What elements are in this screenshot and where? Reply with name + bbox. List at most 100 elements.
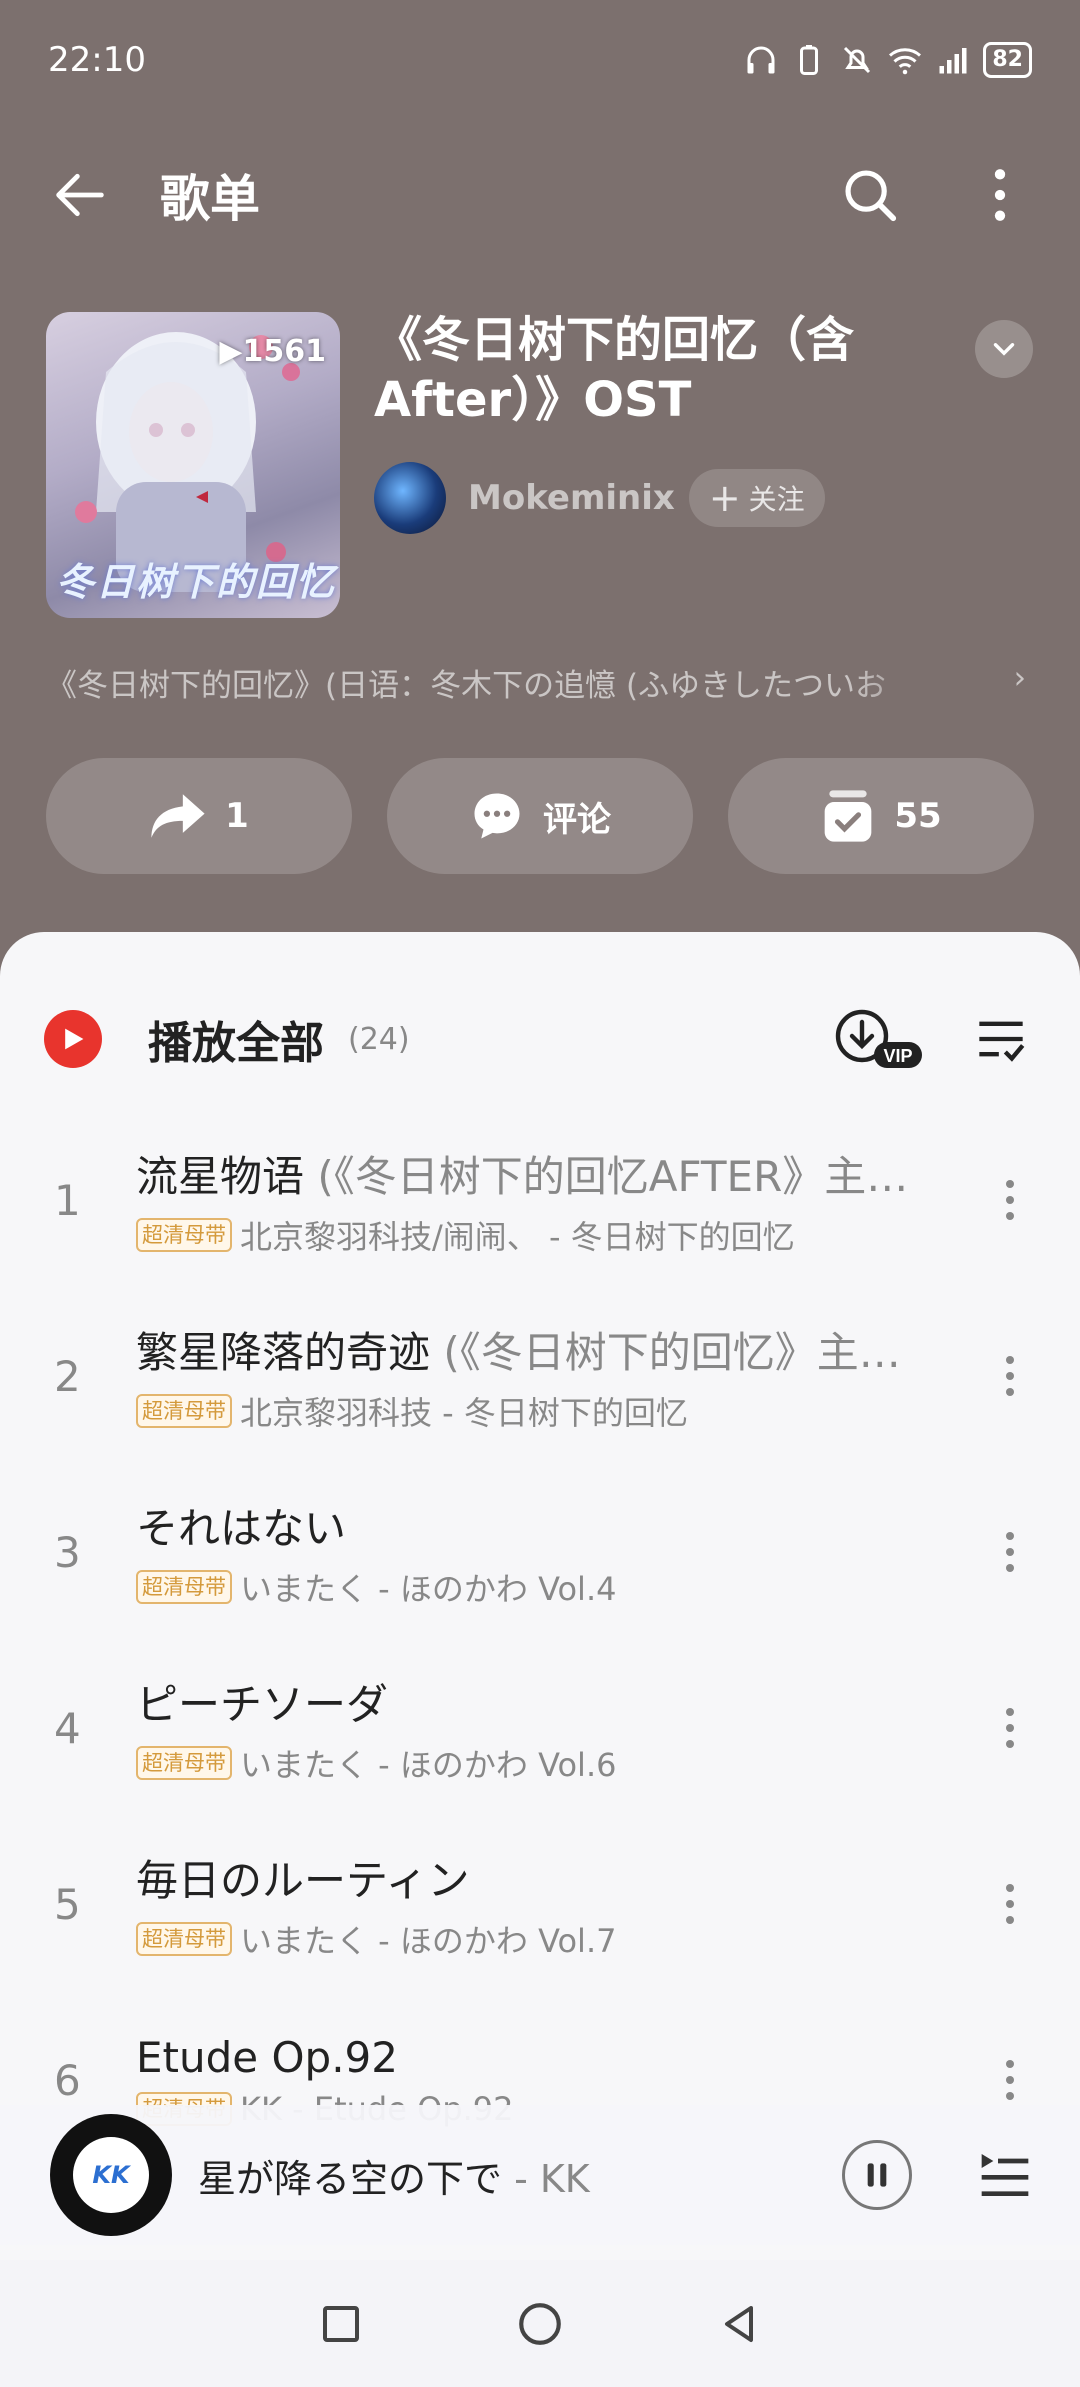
disc-label: KK — [73, 2137, 149, 2213]
song-more-button[interactable] — [980, 1688, 1040, 1768]
pause-icon — [867, 2163, 887, 2187]
chevron-down-icon — [993, 343, 1015, 356]
song-title: 毎日のルーティン — [136, 1855, 470, 1905]
comment-button[interactable]: 评论 — [387, 758, 693, 874]
page-title: 歌单 — [160, 170, 260, 228]
now-playing-text[interactable]: 星が降る空の下で - KK — [198, 2148, 842, 2203]
list-item[interactable]: 1 流星物语 (《冬日树下的回忆AFTER》主… 超清母带 北京黎羽科技/闹闹、 … — [0, 1112, 1080, 1288]
download-all-button[interactable]: VIP — [830, 1004, 926, 1074]
song-title: 繁星降落的奇迹 — [136, 1327, 431, 1377]
back-triangle-icon[interactable] — [715, 2300, 763, 2348]
play-icon — [65, 1028, 84, 1050]
track-index: 5 — [54, 1879, 81, 1929]
svg-text:VIP: VIP — [883, 1046, 912, 1066]
more-vertical-icon — [1006, 2060, 1014, 2100]
quality-badge: 超清母带 — [136, 1921, 232, 1956]
song-title: それはない — [136, 1503, 347, 1553]
queue-button[interactable] — [970, 2140, 1040, 2210]
list-item[interactable]: 5 毎日のルーティン 超清母带 いまたく - ほのかわ Vol.7 — [0, 1816, 1080, 1992]
track-index: 2 — [54, 1351, 81, 1401]
collect-count: 55 — [894, 796, 942, 836]
quality-badge: 超清母带 — [136, 1745, 232, 1780]
chevron-right-icon: › — [1013, 660, 1026, 696]
song-subtitle: (《冬日树下的回忆AFTER》主… — [304, 1151, 909, 1201]
track-index: 3 — [54, 1527, 81, 1577]
track-index: 6 — [54, 2055, 81, 2105]
back-button[interactable] — [40, 155, 120, 235]
now-playing-title: 星が降る空の下で — [198, 2156, 503, 2201]
creator-row: Mokeminix + 关注 — [374, 462, 825, 534]
creator-avatar[interactable] — [374, 462, 446, 534]
song-artist-album: 北京黎羽科技 - 冬日树下的回忆 — [240, 1393, 688, 1432]
sort-button[interactable] — [966, 1004, 1036, 1074]
comment-label: 评论 — [543, 799, 611, 840]
now-playing-disc[interactable]: KK — [50, 2114, 172, 2236]
song-artist-album: いまたく - ほのかわ Vol.6 — [240, 1745, 617, 1784]
status-bar: 22:10 82 — [0, 0, 1080, 120]
status-time: 22:10 — [48, 40, 146, 80]
expand-header-button[interactable] — [975, 320, 1033, 378]
battery-indicator: 82 — [983, 42, 1032, 78]
list-item[interactable]: 4 ピーチソーダ 超清母带 いまたく - ほのかわ Vol.6 — [0, 1640, 1080, 1816]
search-button[interactable] — [830, 155, 910, 235]
play-all-button[interactable] — [44, 1010, 102, 1068]
quality-badge: 超清母带 — [136, 1569, 232, 1604]
share-count: 1 — [225, 796, 249, 836]
recents-square-icon[interactable] — [317, 2300, 365, 2348]
battery-saver-icon — [800, 45, 819, 75]
pause-button[interactable] — [842, 2140, 912, 2210]
song-artist-album: いまたく - ほのかわ Vol.4 — [240, 1569, 617, 1608]
list-item[interactable]: 2 繁星降落的奇迹 (《冬日树下的回忆》主… 超清母带 北京黎羽科技 - 冬日树下… — [0, 1288, 1080, 1464]
playlist-description[interactable]: 《冬日树下的回忆》(日语：冬木下の追憶 (ふゆきしたついお › — [46, 660, 1026, 705]
playlist-cover[interactable]: ▶1561 冬日树下的回忆 — [46, 312, 340, 618]
share-button[interactable]: 1 — [46, 758, 352, 874]
download-vip-icon: VIP — [835, 1009, 922, 1068]
sort-list-icon — [979, 1021, 1025, 1062]
comment-icon — [474, 793, 520, 839]
follow-button[interactable]: + 关注 — [688, 469, 825, 527]
more-vertical-icon — [1006, 1356, 1014, 1396]
more-options-button[interactable] — [960, 155, 1040, 235]
song-title: 流星物语 — [136, 1151, 305, 1201]
app-bar: 歌单 — [0, 140, 1080, 250]
play-all-label[interactable]: 播放全部 — [148, 1007, 324, 1071]
share-icon — [151, 794, 205, 838]
song-more-button[interactable] — [980, 1864, 1040, 1944]
song-artist-album: 北京黎羽科技/闹闹、 - 冬日树下的回忆 — [240, 1217, 795, 1256]
status-icons: 82 — [743, 42, 1032, 78]
quality-badge: 超清母带 — [136, 1217, 232, 1252]
track-count: (24) — [348, 1021, 410, 1057]
headphones-icon — [747, 46, 775, 74]
collect-button[interactable]: 55 — [728, 758, 1034, 874]
search-icon — [845, 170, 897, 222]
song-more-button[interactable] — [980, 1336, 1040, 1416]
song-title: ピーチソーダ — [136, 1679, 389, 1729]
track-index: 1 — [54, 1175, 81, 1225]
cover-caption: 冬日树下的回忆 — [56, 560, 337, 604]
playlist-queue-icon — [981, 2154, 1029, 2196]
mute-bell-icon — [844, 46, 871, 74]
mini-player[interactable]: KK 星が降る空の下で - KK — [0, 2105, 1080, 2245]
collected-icon — [824, 790, 872, 842]
more-vertical-icon — [1006, 1884, 1014, 1924]
song-more-button[interactable] — [980, 1512, 1040, 1592]
action-row: 1 评论 55 — [46, 758, 1034, 874]
more-vertical-icon — [1006, 1532, 1014, 1572]
song-more-button[interactable] — [980, 1160, 1040, 1240]
follow-label: 关注 — [748, 483, 805, 516]
signal-icon — [939, 48, 967, 74]
song-list: 1 流星物语 (《冬日树下的回忆AFTER》主… 超清母带 北京黎羽科技/闹闹、 … — [0, 1112, 1080, 2168]
play-count: ▶1561 — [219, 334, 326, 369]
song-title: Etude Op.92 — [136, 2032, 398, 2082]
home-circle-icon[interactable] — [515, 2299, 565, 2349]
plus-icon: + — [708, 476, 741, 520]
playlist-title: 《冬日树下的回忆（含After）》OST — [374, 312, 855, 428]
system-nav-bar — [0, 2260, 1080, 2387]
song-subtitle: (《冬日树下的回忆》主… — [430, 1327, 901, 1377]
description-text: 《冬日树下的回忆》(日语：冬木下の追憶 (ふゆきしたついお — [46, 668, 887, 704]
list-item[interactable]: 3 それはない 超清母带 いまたく - ほのかわ Vol.4 — [0, 1464, 1080, 1640]
creator-name[interactable]: Mokeminix — [468, 478, 675, 518]
track-index: 4 — [54, 1703, 81, 1753]
more-vertical-icon — [1006, 1180, 1014, 1220]
play-all-row: 播放全部 (24) VIP — [44, 984, 1036, 1094]
